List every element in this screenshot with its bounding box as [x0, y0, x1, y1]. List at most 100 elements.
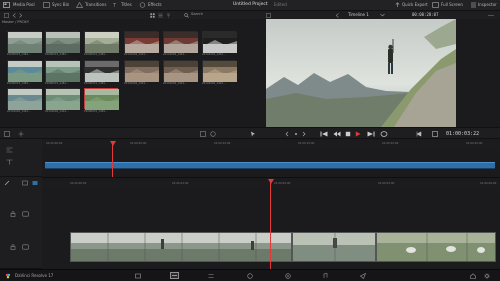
- loop-icon[interactable]: [380, 131, 388, 137]
- media-clip-thumbnail[interactable]: [202, 31, 237, 53]
- media-clip-thumbnail[interactable]: [84, 88, 119, 110]
- more-options-icon[interactable]: [488, 13, 494, 18]
- overlay-icon[interactable]: [200, 131, 206, 137]
- enable-track-icon[interactable]: [22, 211, 29, 217]
- sort-icon[interactable]: [166, 13, 171, 18]
- effects-tab[interactable]: Effects: [148, 2, 162, 7]
- timeline-video-clip[interactable]: [376, 232, 496, 262]
- timeline-video-clip[interactable]: [70, 232, 292, 262]
- sync-bin-tab[interactable]: Sync Bin: [52, 2, 69, 7]
- stop-icon[interactable]: [345, 131, 351, 137]
- media-clip-thumbnail[interactable]: [45, 60, 80, 82]
- back-icon[interactable]: [12, 12, 17, 18]
- skip-end-icon[interactable]: [367, 131, 375, 137]
- project-title: Untitled Project: [233, 2, 268, 7]
- frame-prev-icon[interactable]: [284, 131, 290, 137]
- home-icon[interactable]: [470, 273, 476, 279]
- media-clip-thumbnail[interactable]: [163, 60, 198, 82]
- bin-path[interactable]: Master / PROXY: [2, 20, 29, 24]
- media-page-icon[interactable]: [135, 273, 141, 279]
- page-nav-bar: DaVinci Resolve 17: [0, 269, 500, 281]
- quick-export-icon[interactable]: [394, 2, 401, 8]
- media-clip-thumbnail[interactable]: [124, 31, 159, 53]
- grid-view-icon[interactable]: [150, 12, 155, 18]
- inspector-button[interactable]: Inspector: [478, 2, 497, 7]
- settings-gear-icon[interactable]: [484, 273, 490, 279]
- clip-thumbnail-image: [46, 32, 80, 53]
- edit-mode-icon[interactable]: [4, 131, 10, 137]
- transitions-tab[interactable]: Transitions: [85, 2, 106, 7]
- fullscreen-viewer-icon[interactable]: [432, 131, 438, 137]
- media-clip-thumbnail[interactable]: [202, 60, 237, 82]
- cut-page-icon[interactable]: [170, 272, 179, 279]
- effects-icon[interactable]: [139, 2, 146, 8]
- lock-audio-track-icon[interactable]: [10, 244, 16, 250]
- media-pool-icon[interactable]: [3, 2, 10, 8]
- track-settings-icon[interactable]: [22, 180, 28, 186]
- clip-thumbnail-image: [164, 61, 198, 82]
- clip-name: P1000015_1481...: [7, 82, 31, 85]
- chevron-down-icon[interactable]: [380, 13, 385, 17]
- track-tool-icon[interactable]: [6, 147, 13, 153]
- media-clip-thumbnail[interactable]: [84, 31, 119, 53]
- inspector-icon[interactable]: [470, 2, 477, 8]
- search-label[interactable]: Search: [191, 12, 203, 16]
- forward-icon[interactable]: [18, 12, 23, 18]
- enable-audio-track-icon[interactable]: [22, 244, 29, 250]
- media-clip-thumbnail[interactable]: [84, 60, 119, 82]
- media-clip-thumbnail[interactable]: [45, 88, 80, 110]
- quick-export-button[interactable]: Quick Export: [402, 2, 428, 7]
- sidebar-toggle-icon[interactable]: [4, 12, 9, 18]
- lock-track-icon[interactable]: [10, 211, 16, 217]
- svg-text:T: T: [112, 3, 117, 8]
- media-pool-tab[interactable]: Media Pool: [13, 2, 35, 7]
- lower-playhead-marker-icon[interactable]: [267, 179, 274, 184]
- blade-tool-icon[interactable]: [4, 180, 10, 186]
- grid-icon[interactable]: [18, 131, 24, 137]
- snap-icon[interactable]: [6, 159, 13, 165]
- media-clip-thumbnail[interactable]: [124, 60, 159, 82]
- skip-start-icon[interactable]: [320, 131, 328, 137]
- color-page-icon[interactable]: [285, 273, 291, 279]
- upper-ruler-tick: 01:00:25:00: [466, 141, 483, 145]
- clip-thumbnail-image: [203, 32, 237, 53]
- timeline-back-icon[interactable]: [335, 12, 340, 18]
- media-clip-thumbnail[interactable]: [7, 88, 42, 110]
- deliver-page-icon[interactable]: [360, 273, 366, 279]
- titles-tab[interactable]: Titles: [121, 2, 132, 7]
- upper-track-header: [0, 139, 42, 177]
- fusion-page-icon[interactable]: [247, 273, 253, 279]
- reverse-play-icon[interactable]: [333, 131, 341, 137]
- zoom-icon[interactable]: [210, 131, 216, 137]
- frame-next-icon[interactable]: [301, 131, 307, 137]
- titles-icon[interactable]: T: [112, 2, 119, 8]
- clip-filmstrip: [293, 233, 375, 261]
- clip-thumbnail-image: [85, 32, 119, 53]
- clip-thumbnail-image: [85, 61, 119, 82]
- media-clip-thumbnail[interactable]: [7, 31, 42, 53]
- timeline-video-clip[interactable]: [292, 232, 376, 262]
- search-icon[interactable]: [184, 12, 189, 18]
- in-point-icon[interactable]: [416, 131, 422, 137]
- upper-playhead[interactable]: [112, 143, 113, 177]
- lower-track-header: [0, 177, 42, 269]
- track-view-icon[interactable]: [32, 180, 38, 186]
- edit-page-icon[interactable]: [208, 273, 214, 279]
- transitions-icon[interactable]: [76, 2, 83, 8]
- upper-playhead-marker-icon[interactable]: [109, 141, 116, 146]
- timeline-name[interactable]: Timeline 1: [348, 12, 369, 17]
- media-clip-thumbnail[interactable]: [7, 60, 42, 82]
- media-clip-thumbnail[interactable]: [163, 31, 198, 53]
- media-clip-thumbnail[interactable]: [45, 31, 80, 53]
- full-screen-icon[interactable]: [432, 2, 439, 8]
- list-view-icon[interactable]: [158, 13, 163, 18]
- clip-name: 20191004_1401...: [124, 53, 148, 56]
- viewer-toolbar: Timeline 1 00:00:28:07: [262, 11, 500, 19]
- pointer-icon[interactable]: [250, 131, 256, 137]
- fairlight-page-icon[interactable]: [322, 273, 328, 279]
- sync-bin-icon[interactable]: [43, 2, 50, 8]
- lower-playhead[interactable]: [270, 181, 271, 269]
- viewer-mode-icon[interactable]: [266, 12, 271, 18]
- full-screen-button[interactable]: Full Screen: [441, 2, 463, 7]
- play-icon[interactable]: [355, 131, 361, 137]
